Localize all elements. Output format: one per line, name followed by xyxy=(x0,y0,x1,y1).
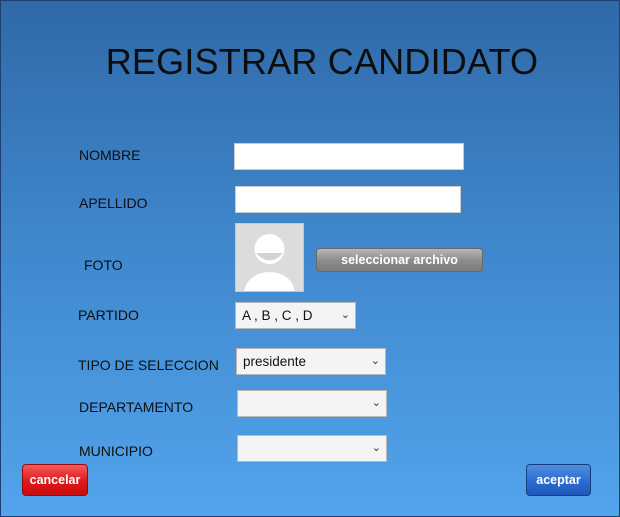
tipo-seleccion-select[interactable]: presidente ⌄ xyxy=(236,348,386,375)
chevron-down-icon: ⌄ xyxy=(370,355,380,367)
register-candidate-window: REGISTRAR CANDIDATO NOMBRE APELLIDO FOTO… xyxy=(0,0,620,517)
tipo-seleccion-label: TIPO DE SELECCION xyxy=(78,357,219,373)
departamento-label: DEPARTAMENTO xyxy=(79,399,194,415)
avatar-silhouette-icon xyxy=(244,234,295,291)
departamento-select[interactable]: ⌄ xyxy=(237,390,387,417)
chevron-down-icon: ⌄ xyxy=(371,442,381,454)
partido-selected-value: A , B , C , D xyxy=(242,308,313,323)
foto-label: FOTO xyxy=(84,257,123,273)
apellido-input[interactable] xyxy=(235,186,461,213)
page-title: REGISTRAR CANDIDATO xyxy=(105,41,539,82)
chevron-down-icon: ⌄ xyxy=(371,397,381,409)
tipo-seleccion-selected-value: presidente xyxy=(243,354,307,369)
nombre-input[interactable] xyxy=(234,143,464,170)
select-file-button[interactable]: seleccionar archivo xyxy=(316,248,483,272)
user-avatar-placeholder-icon xyxy=(235,223,304,292)
cancel-button[interactable]: cancelar xyxy=(22,464,88,496)
partido-select[interactable]: A , B , C , D ⌄ xyxy=(235,302,356,329)
partido-label: PARTIDO xyxy=(78,307,139,323)
municipio-label: MUNICIPIO xyxy=(79,443,153,459)
apellido-label: APELLIDO xyxy=(79,195,148,211)
accept-button[interactable]: aceptar xyxy=(526,464,591,496)
municipio-select[interactable]: ⌄ xyxy=(237,435,387,462)
nombre-label: NOMBRE xyxy=(79,147,141,163)
chevron-down-icon: ⌄ xyxy=(340,309,350,321)
